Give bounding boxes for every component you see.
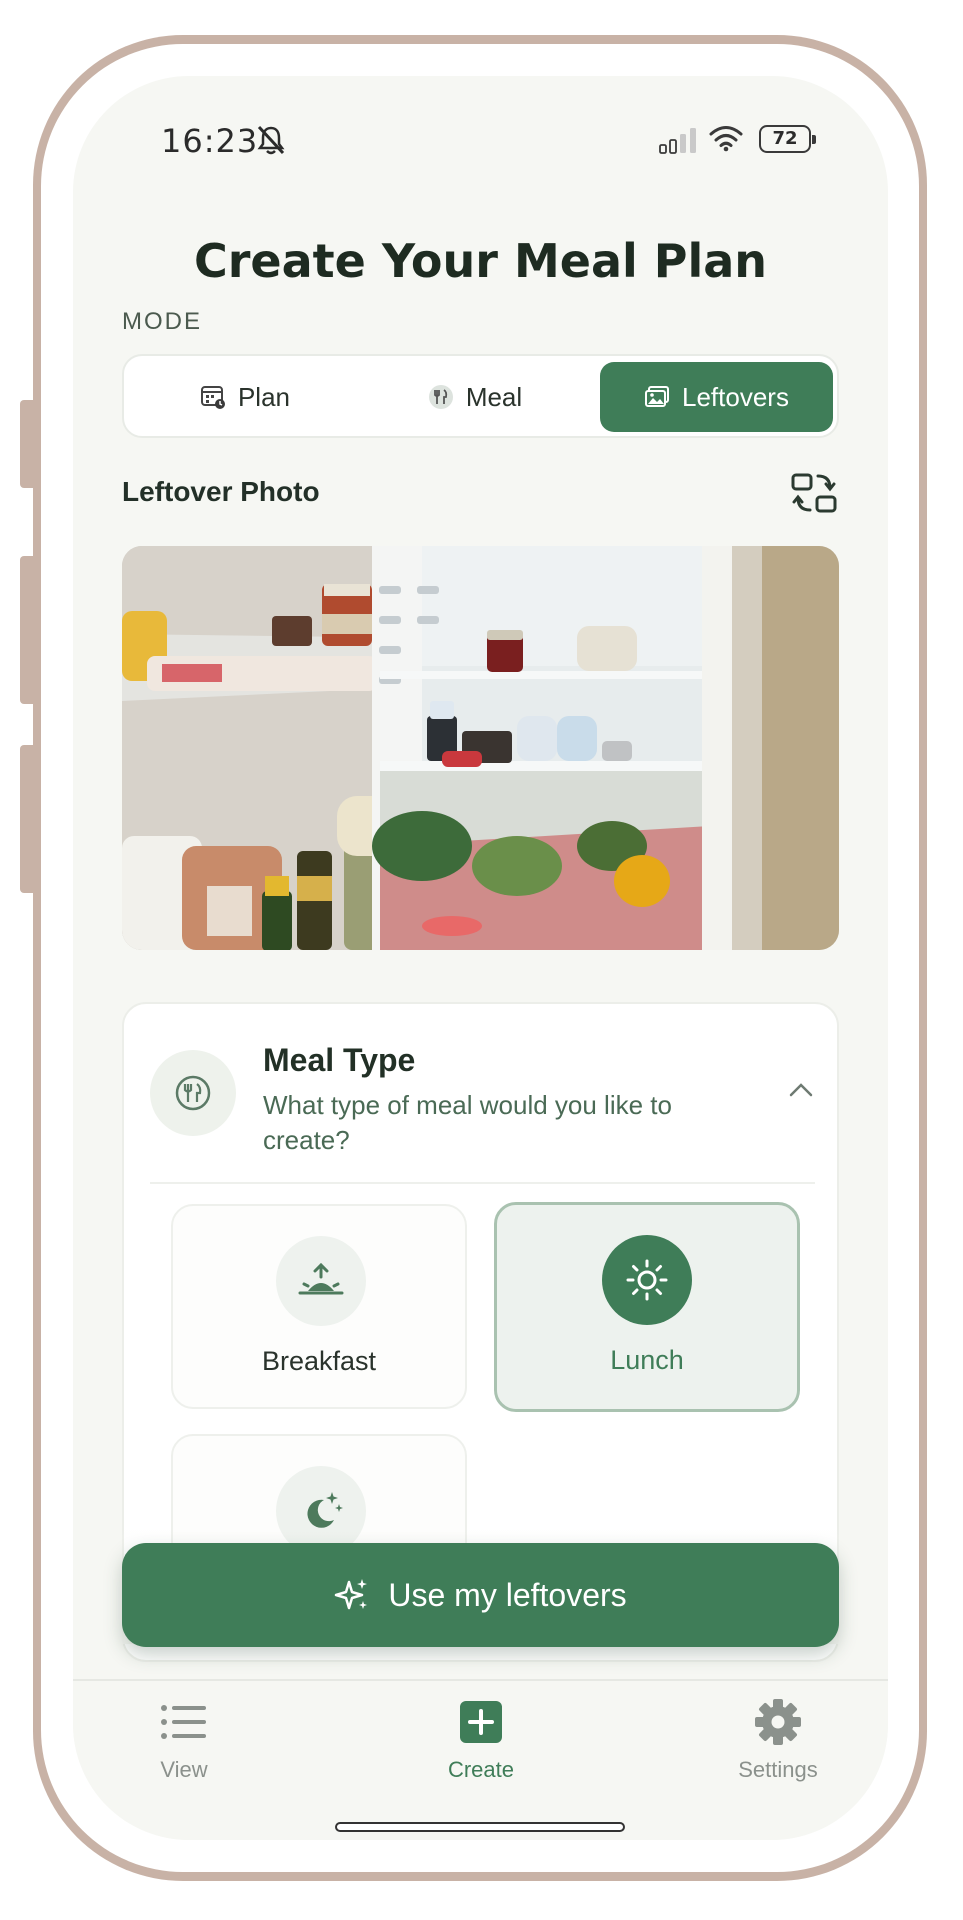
utensils-circle-icon: [175, 1075, 211, 1111]
home-indicator[interactable]: [335, 1822, 625, 1832]
tab-view[interactable]: View: [94, 1697, 274, 1783]
app-screen: 16:23 72 Create Your Meal Plan MODE Plan…: [73, 76, 888, 1840]
photo-icon: [645, 386, 670, 407]
bottom-tab-bar: View Create Settings: [73, 1679, 888, 1840]
gear-icon: [755, 1699, 801, 1745]
mode-leftovers-label: Leftovers: [682, 381, 789, 412]
meal-option-lunch-circle: [602, 1235, 692, 1325]
use-leftovers-button[interactable]: Use my leftovers: [122, 1543, 839, 1647]
meal-option-lunch-label: Lunch: [610, 1345, 684, 1375]
mode-plan-label: Plan: [237, 381, 291, 412]
use-leftovers-label: Use my leftovers: [388, 1576, 627, 1613]
meal-option-lunch[interactable]: Lunch: [494, 1202, 800, 1412]
wifi-icon: [709, 126, 743, 152]
battery-indicator: 72: [759, 125, 816, 153]
meal-option-breakfast-circle: [276, 1236, 366, 1326]
leftover-photo[interactable]: [122, 546, 839, 950]
calendar-icon: [200, 386, 225, 409]
phone-volume-up-button: [20, 556, 34, 704]
meal-type-subtitle: What type of meal would you like to crea…: [263, 1090, 672, 1155]
mode-segmented-control: Plan Meal Leftovers: [122, 354, 839, 438]
tab-create-label: Create: [447, 1757, 515, 1782]
utensils-icon: [428, 385, 453, 409]
mode-meal-label: Meal: [465, 381, 523, 412]
swap-camera-icon[interactable]: [790, 472, 838, 514]
phone-side-button: [20, 400, 34, 488]
sun-icon: [626, 1259, 668, 1301]
chevron-up-icon[interactable]: [788, 1082, 814, 1098]
card-divider: [150, 1182, 815, 1184]
sparkles-icon: [335, 1579, 368, 1610]
meal-option-breakfast-label: Breakfast: [261, 1346, 377, 1376]
leftover-photo-title: Leftover Photo: [122, 476, 320, 507]
list-icon: [161, 1705, 206, 1739]
status-time: 16:23: [161, 122, 259, 160]
plus-square-icon: [460, 1701, 502, 1743]
page-title: Create Your Meal Plan: [193, 234, 768, 288]
tab-settings-label: Settings: [738, 1757, 818, 1782]
tab-create[interactable]: Create: [391, 1697, 571, 1783]
cellular-signal-icon: [659, 128, 696, 154]
mode-leftovers-button[interactable]: Leftovers: [600, 362, 833, 432]
tab-view-label: View: [160, 1757, 208, 1782]
phone-volume-down-button: [20, 745, 34, 893]
mode-plan-button[interactable]: Plan: [130, 362, 360, 432]
meal-type-title: Meal Type: [263, 1042, 416, 1078]
bell-muted-icon: [257, 125, 285, 155]
tab-settings[interactable]: Settings: [688, 1697, 868, 1783]
mode-label: MODE: [122, 308, 202, 335]
meal-type-card-icon: [150, 1050, 236, 1136]
meal-option-breakfast[interactable]: Breakfast: [171, 1204, 467, 1409]
mode-meal-button[interactable]: Meal: [360, 362, 590, 432]
sunrise-icon: [298, 1262, 344, 1295]
